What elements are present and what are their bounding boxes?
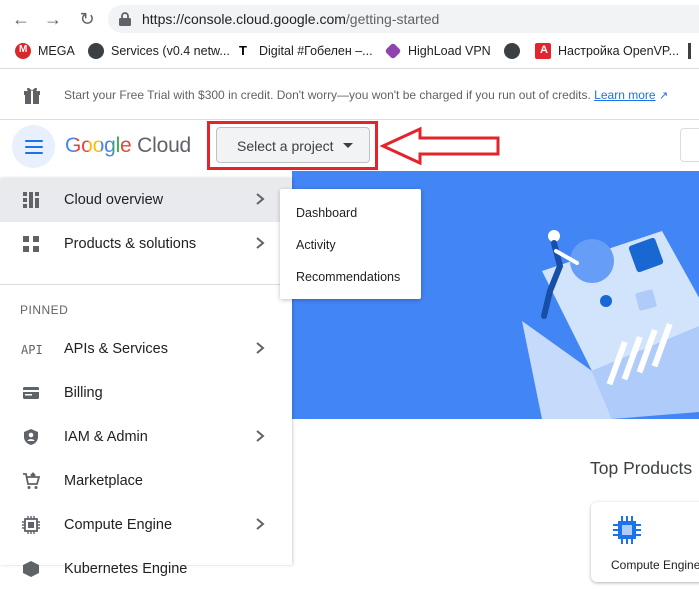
logo-google: Google [65,134,132,157]
divider [0,68,699,69]
svg-text:API: API [21,343,43,357]
openvpn-icon: A [535,43,551,59]
bookmark-label: MEGA [38,44,75,58]
pinned-heading: PINNED [20,303,69,317]
submenu-item-recommendations[interactable]: Recommendations [296,270,400,284]
bookmark-mega[interactable]: M MEGA [15,41,75,61]
sidebar-item-label: Cloud overview [64,192,164,208]
product-card-label: Compute Engine [611,558,699,572]
sidebar-item-kubernetes-engine[interactable]: Kubernetes Engine [0,547,292,591]
lock-icon [119,12,131,26]
chevron-right-icon [256,342,265,354]
sidebar-item-billing[interactable]: Billing [0,371,292,415]
sidebar-item-cloud-overview[interactable]: Cloud overview [0,178,292,222]
submenu-item-activity[interactable]: Activity [296,238,336,252]
globe-icon [504,43,520,59]
chip-icon [613,516,641,544]
hamburger-menu-button[interactable] [12,125,55,168]
sidebar-item-compute-engine[interactable]: Compute Engine [0,503,292,547]
dashboard-icon [23,192,39,208]
cart-icon [23,472,40,489]
sidebar-item-label: IAM & Admin [64,429,148,445]
annotation-arrow-icon [380,126,500,166]
url-text: https://console.cloud.google.com/getting… [142,11,439,27]
free-trial-banner: Start your Free Trial with $300 in credi… [0,70,699,120]
grid-icon [23,236,39,252]
annotation-highlight-box [207,121,378,170]
api-icon: API [21,343,43,357]
bookmark-openvpn[interactable]: A Настройка OpenVP... [535,41,679,61]
learn-more-link[interactable]: Learn more [594,88,655,102]
sidebar-item-iam-admin[interactable]: IAM & Admin [0,415,292,459]
address-bar[interactable]: https://console.cloud.google.com/getting… [108,5,699,33]
back-icon[interactable]: ← [10,8,32,30]
bookmark-label: Digital #Гобелен –... [259,44,373,58]
bookmarks-bar: M MEGA Services (v0.4 netw... T Digital … [0,37,699,64]
url-path: /getting-started [345,11,440,27]
bookmark-digital[interactable]: T Digital #Гобелен –... [236,41,373,61]
sidebar-item-label: Marketplace [64,473,143,489]
t-icon: T [236,43,252,59]
logo-cloud: Cloud [137,134,192,157]
sidebar-item-label: Kubernetes Engine [64,561,188,577]
bookmark-services[interactable]: Services (v0.4 netw... [88,41,230,61]
shield-icon [24,429,38,445]
bookmarks-overflow[interactable] [688,41,691,61]
sidebar-divider [0,284,292,285]
menu-bar [25,140,43,142]
product-card-compute-engine[interactable]: Compute Engine [591,502,699,582]
mega-icon: M [15,43,31,59]
top-products-heading: Top Products [590,458,693,478]
chevron-right-icon [256,193,265,205]
gift-icon [24,87,40,104]
chevron-right-icon [256,518,265,530]
sidebar-item-label: Compute Engine [64,517,173,533]
overflow-icon [688,43,691,59]
sidebar-item-label: Products & solutions [64,236,197,252]
sidebar-item-apis-services[interactable]: API APIs & Services [0,327,292,371]
globe-icon [88,43,104,59]
cloud-overview-submenu: Dashboard Activity Recommendations [280,189,421,299]
chip-icon [22,516,40,534]
chevron-right-icon [256,430,265,442]
reload-icon[interactable]: ↻ [76,8,98,30]
chevron-right-icon [256,237,265,249]
kubernetes-icon [23,561,39,577]
nav-sidebar: Cloud overview Products & solutions PINN… [0,178,292,577]
vpn-icon [384,42,402,60]
browser-chrome: ← → ↻ https://console.cloud.google.com/g… [0,0,699,70]
bookmark-globe[interactable] [504,41,527,61]
forward-icon[interactable]: → [42,8,64,30]
header-action-button[interactable] [680,128,699,162]
bookmark-label: HighLoad VPN [408,44,491,58]
sidebar-item-label: Billing [64,385,103,401]
trial-message: Start your Free Trial with $300 in credi… [64,88,591,102]
bookmark-label: Настройка OpenVP... [558,44,680,58]
url-host: https://console.cloud.google.com [142,11,346,27]
google-cloud-logo[interactable]: Google Cloud [65,134,191,158]
bookmark-highload-vpn[interactable]: HighLoad VPN [384,41,491,61]
menu-bar [25,152,43,154]
submenu-item-dashboard[interactable]: Dashboard [296,206,357,220]
trial-text: Start your Free Trial with $300 in credi… [64,88,668,102]
billing-icon [23,387,39,399]
sidebar-item-label: APIs & Services [64,341,168,357]
bookmark-label: Services (v0.4 netw... [111,44,230,58]
menu-bar [25,146,43,148]
external-link-icon: ↗ [658,90,669,102]
sidebar-item-products-solutions[interactable]: Products & solutions [0,222,292,266]
sidebar-item-marketplace[interactable]: Marketplace [0,459,292,503]
